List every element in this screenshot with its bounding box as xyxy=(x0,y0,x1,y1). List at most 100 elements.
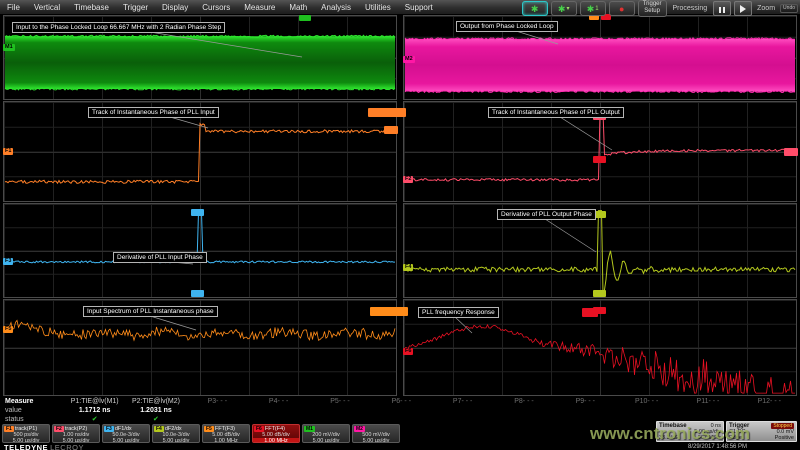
measure-col-p9: P9- - - xyxy=(555,397,616,424)
measure-header[interactable]: P7- - - xyxy=(432,397,493,406)
descriptor-f6[interactable]: F6FFT(F4)5.00 dB/div1.00 MHz xyxy=(252,424,300,443)
measure-columns: P1:TIE@lv(M1)1.1712 ns✔P2:TIE@lv(M2)1.20… xyxy=(64,397,800,424)
descriptor-row: F1track(P1)500 ps/div5.00 µs/divF2track(… xyxy=(2,424,400,443)
value-label: value xyxy=(5,406,64,415)
measure-header[interactable]: P6- - - xyxy=(371,397,432,406)
record-icon[interactable]: ● xyxy=(609,1,635,16)
timebase-title: Timebase xyxy=(659,423,687,429)
measure-header[interactable]: P3- - - xyxy=(187,397,248,406)
panel-label-f6: PLL frequency Response xyxy=(418,307,499,318)
descriptor-top: F1track(P1) xyxy=(3,425,49,432)
measure-header[interactable]: P12- - - xyxy=(739,397,800,406)
menu-support[interactable]: Support xyxy=(398,3,440,12)
measure-header[interactable]: P10- - - xyxy=(616,397,677,406)
trace-id-chip: M2 xyxy=(354,426,365,432)
horizontal-scale: 5.00 µs/div xyxy=(353,438,399,443)
menu-utilities[interactable]: Utilities xyxy=(358,3,398,12)
descriptor-top: F4dF2/dx xyxy=(153,425,199,432)
pause-icon xyxy=(718,0,726,18)
trace-level-tag-f1[interactable]: F1 xyxy=(3,148,13,155)
menu-timebase[interactable]: Timebase xyxy=(67,3,116,12)
measure-header[interactable]: P8- - - xyxy=(493,397,554,406)
analysis-save-icon[interactable]: ✱▾ xyxy=(551,1,577,16)
measure-col-p11: P11- - - xyxy=(677,397,738,424)
trigger-box[interactable]: TriggerStopped C1 DC0.0 mV EdgePositive xyxy=(726,421,797,442)
menu-items: FileVerticalTimebaseTriggerDisplayCursor… xyxy=(0,3,440,12)
zoom-button[interactable]: Zoom xyxy=(755,5,777,12)
measure-status: ✔ xyxy=(125,415,186,424)
panel-label-f4: Derivative of PLL Output Phase xyxy=(497,209,596,220)
analysis-app-icon[interactable]: ✱ xyxy=(522,1,548,16)
descriptor-top: F3dF1/dx xyxy=(103,425,149,432)
measure-col-p7: P7- - - xyxy=(432,397,493,424)
measure-row-labels: Measure value status xyxy=(0,397,64,424)
timebase-box[interactable]: Timebase0 ns 5.00 µs/div 33.3 kS667 MS/s xyxy=(656,421,724,442)
toolbar-right: ✱ ✱▾ ✱1 ● Trigger Setup Processing Zoom … xyxy=(522,0,798,17)
trace-level-tag-f5[interactable]: F5 xyxy=(3,326,13,333)
timebase-rate: 667 MS/s xyxy=(698,435,721,441)
graticule-f3 xyxy=(3,203,397,298)
menu-vertical[interactable]: Vertical xyxy=(27,3,67,12)
marker-chip xyxy=(299,15,311,21)
trace-level-tag-f3[interactable]: F3 xyxy=(3,258,13,265)
trace-level-tag-f2[interactable]: F2 xyxy=(403,176,413,183)
trace-level-tag-m1[interactable]: M1 xyxy=(3,44,15,51)
menu-trigger[interactable]: Trigger xyxy=(116,3,155,12)
descriptor-m2[interactable]: M2500 mV/div5.00 µs/div xyxy=(352,424,400,443)
undo-button[interactable]: Undo xyxy=(780,4,798,13)
descriptor-top: M2 xyxy=(353,425,399,432)
menu-measure[interactable]: Measure xyxy=(237,3,282,12)
descriptor-f4[interactable]: F4dF2/dx10.0e-3/div5.00 µs/div xyxy=(152,424,200,443)
menu-display[interactable]: Display xyxy=(155,3,195,12)
panel-label-m1: Input to the Phase Locked Loop 66.667 MH… xyxy=(12,22,225,33)
trigger-setup-button[interactable]: Trigger Setup xyxy=(638,0,667,17)
trace-level-tag-m2[interactable]: M2 xyxy=(403,56,415,63)
descriptor-f1[interactable]: F1track(P1)500 ps/div5.00 µs/div xyxy=(2,424,50,443)
trace-level-tag-f4[interactable]: F4 xyxy=(403,264,413,271)
trace-id-chip: M1 xyxy=(304,426,315,432)
play-button[interactable] xyxy=(734,1,752,16)
measure-header[interactable]: P2:TIE@lv(M2) xyxy=(125,397,186,406)
menu-file[interactable]: File xyxy=(0,3,27,12)
measure-value: 1.1712 ns xyxy=(64,406,125,415)
brand-lecroy: LECROY xyxy=(50,443,84,450)
measure-col-p4: P4- - - xyxy=(248,397,309,424)
measure-table: Measure value status P1:TIE@lv(M1)1.1712… xyxy=(0,397,800,424)
play-icon xyxy=(740,5,746,13)
trace-name: FFT(F3) xyxy=(215,426,235,432)
marker-chip xyxy=(191,290,204,297)
horizontal-scale: 5.00 µs/div xyxy=(153,438,199,443)
marker-chip xyxy=(593,307,606,314)
brand-logo: TELEDYNE LECROY xyxy=(4,443,84,450)
trigger-setup-line1: Trigger xyxy=(643,1,662,8)
measure-status: ✔ xyxy=(64,415,125,424)
descriptor-f3[interactable]: F3dF1/dx50.0e-3/div5.00 µs/div xyxy=(102,424,150,443)
menu-math[interactable]: Math xyxy=(282,3,314,12)
panel-label-f1: Track of Instantaneous Phase of PLL Inpu… xyxy=(88,107,219,118)
trigger-slope: Positive xyxy=(775,435,794,441)
measure-header[interactable]: P9- - - xyxy=(555,397,616,406)
trace-level-tag-f6[interactable]: F6 xyxy=(403,348,413,355)
trace-name: dF1/dx xyxy=(115,426,132,432)
measure-header[interactable]: P11- - - xyxy=(677,397,738,406)
panel-label-f5: Input Spectrum of PLL Instantaneous phas… xyxy=(83,306,218,317)
analysis-one-icon[interactable]: ✱1 xyxy=(580,1,606,16)
descriptor-f5[interactable]: F5FFT(F3)5.00 dB/div1.00 MHz xyxy=(202,424,250,443)
trigger-setup-line2: Setup xyxy=(643,8,662,15)
descriptor-top: M1 xyxy=(303,425,349,432)
pause-button[interactable] xyxy=(713,1,731,16)
measure-header[interactable]: P1:TIE@lv(M1) xyxy=(64,397,125,406)
horizontal-scale: 5.00 µs/div xyxy=(303,438,349,443)
flower-icon: ✱ xyxy=(531,5,539,13)
processing-status: Processing xyxy=(670,5,711,12)
measure-header[interactable]: P5- - - xyxy=(309,397,370,406)
descriptor-f2[interactable]: F2track(P2)1.00 ns/div5.00 µs/div xyxy=(52,424,100,443)
trigger-kind: Edge xyxy=(729,435,742,441)
measure-header[interactable]: P4- - - xyxy=(248,397,309,406)
marker-chip xyxy=(784,148,798,156)
descriptor-m1[interactable]: M1200 mV/div5.00 µs/div xyxy=(302,424,350,443)
marker-chip xyxy=(370,307,408,316)
menu-analysis[interactable]: Analysis xyxy=(314,3,358,12)
menu-cursors[interactable]: Cursors xyxy=(195,3,237,12)
measure-label: Measure xyxy=(5,397,64,406)
